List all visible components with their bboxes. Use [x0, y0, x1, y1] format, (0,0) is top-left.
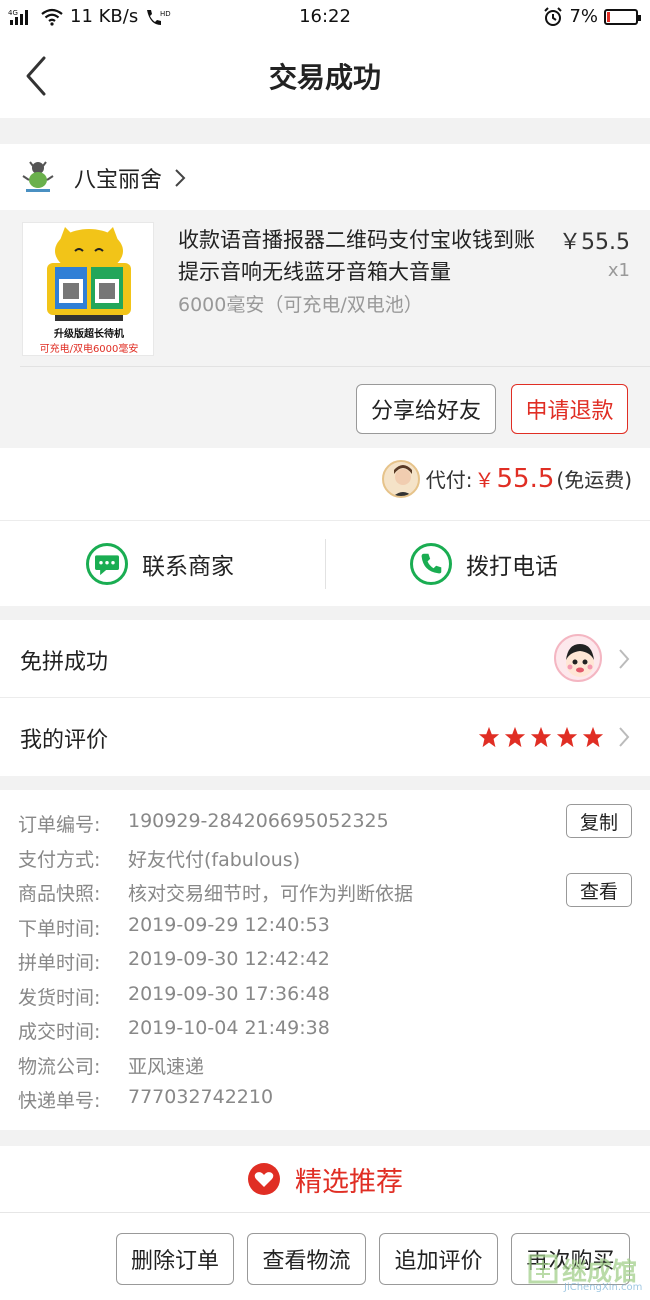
- deal-time-row: 成交时间: 2019-10-04 21:49:38: [0, 1011, 650, 1046]
- product-title[interactable]: 收款语音播报器二维码支付宝收钱到账提示音响无线蓝牙音箱大音量: [178, 224, 548, 288]
- group-time-row: 拼单时间: 2019-09-30 12:42:42: [0, 942, 650, 977]
- status-bar: 4G 11 KB/s HD 16:22 7%: [0, 0, 650, 34]
- alarm-icon: [544, 6, 563, 26]
- payment-currency: ￥: [474, 468, 495, 492]
- recommend-header: 精选推荐: [0, 1146, 650, 1212]
- watermark-logo-icon: [528, 1254, 558, 1284]
- chevron-right-icon: [175, 169, 186, 187]
- courier-company-value: 亚风速递: [128, 1055, 205, 1078]
- tracking-number-row: 快递单号: 777032742210: [0, 1080, 650, 1115]
- group-avatar: [554, 634, 602, 682]
- view-logistics-button[interactable]: 查看物流: [247, 1233, 366, 1285]
- rating-stars: [478, 726, 604, 748]
- ship-time-row: 发货时间: 2019-09-30 17:36:48: [0, 977, 650, 1012]
- refund-button[interactable]: 申请退款: [511, 384, 628, 434]
- group-success-row[interactable]: 免拼成功: [0, 620, 650, 698]
- courier-company-key: 物流公司:: [18, 1055, 101, 1078]
- star-icon: [478, 726, 500, 748]
- product-image[interactable]: 升级版超长待机 可充电/双电6000毫安: [22, 222, 154, 356]
- order-time-row: 下单时间: 2019-09-29 12:40:53: [0, 908, 650, 943]
- snapshot-key: 商品快照:: [18, 883, 101, 905]
- payment-label: 代付:: [425, 468, 473, 492]
- watermark-url: JiChengXin.com: [564, 1282, 643, 1293]
- star-icon: [504, 726, 526, 748]
- payment-summary: 代付: ￥ 55.5 (免运费): [426, 464, 632, 494]
- deal-time-value: 2019-10-04 21:49:38: [128, 1017, 330, 1039]
- group-time-key: 拼单时间:: [18, 952, 101, 974]
- payment-method-row: 支付方式: 好友代付(fabulous): [0, 839, 650, 874]
- order-number-value: 190929-284206695052325: [128, 810, 389, 832]
- contact-merchant-button[interactable]: 联系商家: [86, 521, 234, 607]
- star-icon: [530, 726, 552, 748]
- order-time-key: 下单时间:: [18, 917, 101, 940]
- battery-icon: [604, 8, 641, 25]
- header: 交易成功: [0, 34, 650, 118]
- group-success-label: 免拼成功: [20, 650, 109, 675]
- product-spec: 6000毫安（可充电/双电池）: [178, 294, 423, 316]
- payment-row: 代付: ￥ 55.5 (免运费): [0, 448, 650, 520]
- product-quantity: x1: [607, 260, 630, 281]
- call-phone-label: 拨打电话: [466, 554, 558, 580]
- divider: [20, 366, 650, 367]
- ship-time-value: 2019-09-30 17:36:48: [128, 982, 330, 1005]
- shipping-note: (免运费): [556, 468, 632, 492]
- star-icon: [582, 726, 604, 748]
- tracking-number-value: 777032742210: [128, 1086, 274, 1108]
- phone-icon: [410, 543, 452, 585]
- heart-icon: [248, 1163, 280, 1195]
- add-review-button[interactable]: 追加评价: [379, 1233, 498, 1285]
- copy-button[interactable]: 复制: [566, 804, 632, 838]
- shop-logo: [22, 161, 54, 192]
- svg-text:可充电/双电6000毫安: 可充电/双电6000毫安: [40, 342, 139, 355]
- product-price: ￥55.5: [559, 230, 630, 255]
- my-review-row[interactable]: 我的评价: [0, 698, 650, 776]
- group-time-value: 2019-09-30 12:42:42: [128, 948, 330, 970]
- battery-percent: 7%: [569, 6, 598, 27]
- deal-time-key: 成交时间:: [18, 1021, 101, 1043]
- product-photo: 升级版超长待机 可充电/双电6000毫安: [23, 223, 153, 355]
- contact-row: 联系商家 拨打电话: [0, 520, 650, 606]
- page-title: 交易成功: [268, 61, 381, 94]
- payer-avatar: [382, 460, 420, 498]
- order-time-value: 2019-09-29 12:40:53: [128, 913, 330, 936]
- chevron-right-icon: [619, 649, 630, 669]
- watermark: 继成馆 JiChengXin.com: [528, 1252, 646, 1298]
- tracking-number-key: 快递单号:: [18, 1090, 101, 1112]
- order-number-row: 订单编号: 190929-284206695052325 复制: [0, 804, 650, 839]
- contact-merchant-label: 联系商家: [142, 554, 234, 580]
- divider: [325, 539, 326, 589]
- star-icon: [556, 726, 578, 748]
- delete-order-button[interactable]: 删除订单: [116, 1233, 234, 1285]
- chat-icon: [86, 543, 128, 585]
- chevron-right-icon: [619, 727, 630, 747]
- shop-name: 八宝丽舍: [74, 168, 163, 193]
- shop-row[interactable]: 八宝丽舍: [0, 144, 650, 210]
- payment-method-key: 支付方式:: [18, 848, 101, 871]
- call-phone-button[interactable]: 拨打电话: [410, 521, 558, 607]
- order-info: 订单编号: 190929-284206695052325 复制 支付方式: 好友…: [0, 790, 650, 1130]
- view-snapshot-button[interactable]: 查看: [566, 873, 632, 907]
- share-to-friend-button[interactable]: 分享给好友: [356, 384, 496, 434]
- snapshot-row: 商品快照: 核对交易细节时，可作为判断依据 查看: [0, 873, 650, 908]
- courier-company-row: 物流公司: 亚风速递: [0, 1046, 650, 1081]
- order-number-key: 订单编号:: [18, 814, 101, 836]
- svg-text:升级版超长待机: 升级版超长待机: [54, 327, 124, 340]
- payment-amount: 55.5: [496, 464, 555, 494]
- my-review-label: 我的评价: [20, 728, 109, 753]
- snapshot-value: 核对交易细节时，可作为判断依据: [128, 883, 414, 905]
- goods-card: 升级版超长待机 可充电/双电6000毫安 收款语音播报器二维码支付宝收钱到账提示…: [0, 210, 650, 448]
- recommend-title: 精选推荐: [295, 1166, 403, 1198]
- ship-time-key: 发货时间:: [18, 986, 101, 1009]
- payment-method-value: 好友代付(fabulous): [128, 848, 301, 871]
